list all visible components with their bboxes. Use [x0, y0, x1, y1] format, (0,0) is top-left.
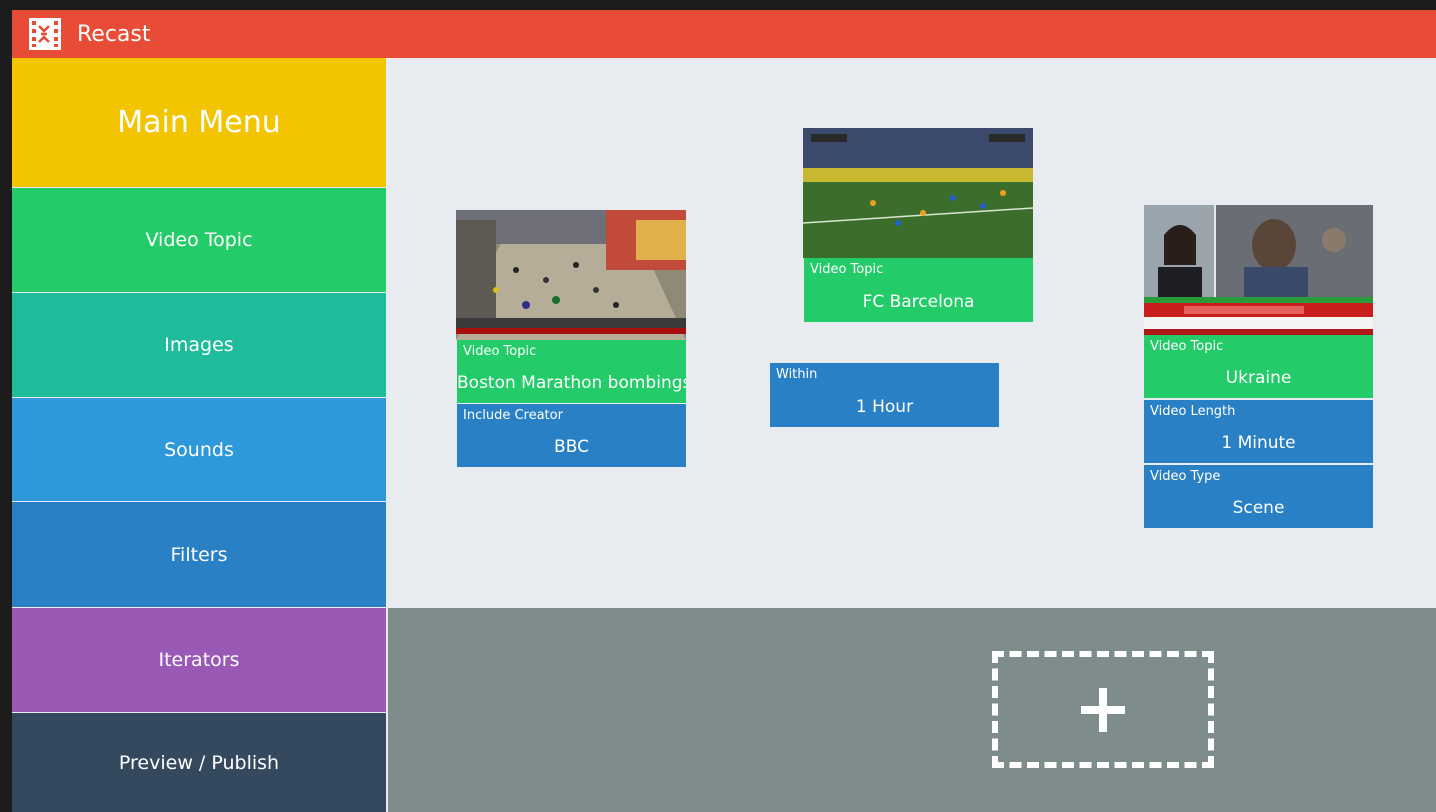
tile-include-creator[interactable]: Include Creator BBC — [457, 404, 686, 467]
sidebar-item-filters[interactable]: Filters — [12, 502, 386, 607]
recast-app: Recast Main Menu Video Topic Images Soun… — [12, 10, 1436, 812]
tile-video-type[interactable]: Video Type Scene — [1144, 465, 1373, 528]
sidebar-item-preview-publish[interactable]: Preview / Publish — [12, 713, 386, 812]
sidebar-item-sounds[interactable]: Sounds — [12, 398, 386, 501]
sidebar-item-images[interactable]: Images — [12, 293, 386, 397]
tile-value: 1 Minute — [1221, 433, 1296, 453]
tile-value: Boston Marathon bombings — [457, 373, 686, 393]
tile-value: BBC — [554, 437, 589, 457]
app-title: Recast — [77, 21, 151, 47]
clip-canvas: Video Topic Boston Marathon bombings Inc… — [388, 58, 1436, 608]
tile-value: Ukraine — [1225, 368, 1292, 388]
tile-value: FC Barcelona — [862, 292, 975, 312]
tile-label: Video Topic — [810, 262, 884, 277]
football-match-image[interactable] — [803, 128, 1033, 258]
film-strip-icon — [28, 17, 62, 51]
sidebar: Main Menu Video Topic Images Sounds Filt… — [12, 58, 386, 812]
tile-video-topic-barcelona[interactable]: Video Topic FC Barcelona — [804, 258, 1033, 322]
tile-video-length[interactable]: Video Length 1 Minute — [1144, 400, 1373, 463]
tile-label: Video Topic — [463, 344, 537, 359]
tile-video-topic-ukraine[interactable]: Video Topic Ukraine — [1144, 335, 1373, 398]
tile-within[interactable]: Within 1 Hour — [770, 363, 999, 427]
add-clip-button[interactable] — [992, 651, 1214, 768]
title-bar: Recast — [12, 10, 1436, 58]
tile-label: Within — [776, 367, 818, 382]
tile-label: Video Length — [1150, 404, 1236, 419]
drop-zone — [388, 608, 1436, 812]
sidebar-item-video-topic[interactable]: Video Topic — [12, 188, 386, 292]
marathon-crowd-image[interactable] — [456, 210, 686, 340]
tile-video-topic-boston[interactable]: Video Topic Boston Marathon bombings — [457, 340, 686, 403]
tile-label: Include Creator — [463, 408, 563, 423]
sidebar-item-main-menu[interactable]: Main Menu — [12, 58, 386, 187]
tile-value: 1 Hour — [855, 397, 914, 417]
tile-value: Scene — [1232, 498, 1285, 518]
tile-label: Video Type — [1150, 469, 1221, 484]
sidebar-item-iterators[interactable]: Iterators — [12, 608, 386, 712]
plus-icon — [1081, 687, 1125, 732]
news-broadcast-image[interactable] — [1144, 205, 1373, 335]
tile-label: Video Topic — [1150, 339, 1224, 354]
